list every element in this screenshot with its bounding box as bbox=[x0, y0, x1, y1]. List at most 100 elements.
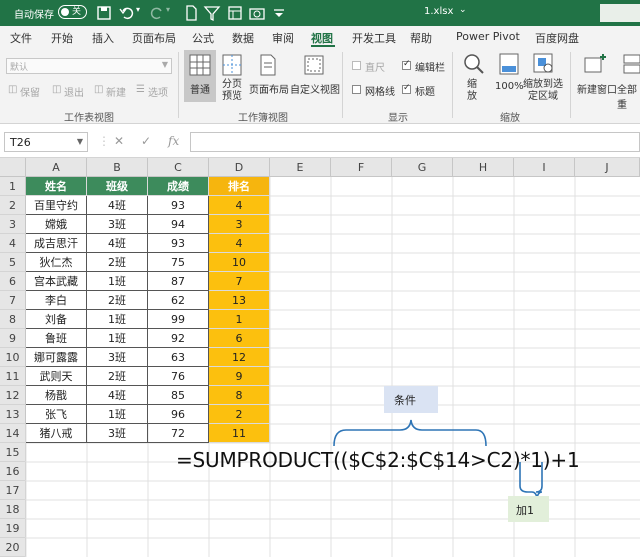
tab-baidu-netdisk[interactable]: 百度网盘 bbox=[535, 30, 579, 46]
table-cell[interactable]: 李白 bbox=[26, 291, 87, 310]
column-header[interactable]: B bbox=[87, 158, 148, 177]
tab-formulas[interactable]: 公式 bbox=[192, 30, 214, 46]
table-cell[interactable]: 4 bbox=[209, 234, 270, 253]
column-header[interactable]: A bbox=[26, 158, 87, 177]
table-cell[interactable]: 3 bbox=[209, 215, 270, 234]
table-cell[interactable]: 8 bbox=[209, 386, 270, 405]
row-header[interactable]: 1 bbox=[0, 177, 26, 196]
zoom-to-selection-button[interactable]: 缩放到选定区域 bbox=[522, 79, 564, 103]
column-header[interactable]: F bbox=[331, 158, 392, 177]
tab-home[interactable]: 开始 bbox=[51, 30, 73, 46]
arrange-all-button[interactable]: 全部重 bbox=[617, 81, 640, 111]
row-header[interactable]: 12 bbox=[0, 386, 26, 405]
table-cell[interactable]: 张飞 bbox=[26, 405, 87, 424]
tab-insert[interactable]: 插入 bbox=[92, 30, 114, 46]
column-header[interactable]: H bbox=[453, 158, 514, 177]
column-header[interactable]: J bbox=[575, 158, 640, 177]
table-cell[interactable]: 87 bbox=[148, 272, 209, 291]
table-cell[interactable]: 92 bbox=[148, 329, 209, 348]
table-cell[interactable]: 2 bbox=[209, 405, 270, 424]
table-cell[interactable]: 4班 bbox=[87, 234, 148, 253]
table-cell[interactable]: 宫本武藏 bbox=[26, 272, 87, 291]
zoom-button[interactable]: 缩放 bbox=[467, 79, 481, 103]
row-header[interactable]: 13 bbox=[0, 405, 26, 424]
row-header[interactable]: 7 bbox=[0, 291, 26, 310]
tab-power-pivot[interactable]: Power Pivot bbox=[456, 30, 520, 43]
select-all-corner[interactable] bbox=[0, 158, 26, 177]
form-icon[interactable] bbox=[226, 4, 244, 22]
table-header[interactable]: 姓名 bbox=[26, 177, 87, 196]
exit-button[interactable]: 退出 bbox=[64, 84, 84, 99]
table-cell[interactable]: 2班 bbox=[87, 291, 148, 310]
table-cell[interactable]: 百里守约 bbox=[26, 196, 87, 215]
row-header[interactable]: 20 bbox=[0, 538, 26, 557]
table-cell[interactable]: 93 bbox=[148, 234, 209, 253]
table-cell[interactable]: 62 bbox=[148, 291, 209, 310]
camera-icon[interactable] bbox=[248, 4, 266, 22]
table-cell[interactable]: 鲁班 bbox=[26, 329, 87, 348]
table-cell[interactable]: 4班 bbox=[87, 196, 148, 215]
table-cell[interactable]: 11 bbox=[209, 424, 270, 443]
row-header[interactable]: 8 bbox=[0, 310, 26, 329]
row-header[interactable]: 15 bbox=[0, 443, 26, 462]
table-cell[interactable]: 4 bbox=[209, 196, 270, 215]
row-header[interactable]: 19 bbox=[0, 519, 26, 538]
table-cell[interactable]: 99 bbox=[148, 310, 209, 329]
row-header[interactable]: 4 bbox=[0, 234, 26, 253]
table-cell[interactable]: 12 bbox=[209, 348, 270, 367]
table-cell[interactable]: 72 bbox=[148, 424, 209, 443]
tab-developer[interactable]: 开发工具 bbox=[352, 30, 396, 46]
tab-data[interactable]: 数据 bbox=[232, 30, 254, 46]
insert-function-icon[interactable]: fx bbox=[168, 134, 179, 148]
table-header[interactable]: 成绩 bbox=[148, 177, 209, 196]
filename-dropdown-icon[interactable]: ⌄ bbox=[459, 5, 467, 15]
table-cell[interactable]: 1班 bbox=[87, 272, 148, 291]
page-break-preview-button[interactable]: 分页预览 bbox=[222, 79, 246, 103]
column-header[interactable]: E bbox=[270, 158, 331, 177]
table-cell[interactable]: 7 bbox=[209, 272, 270, 291]
table-header[interactable]: 排名 bbox=[209, 177, 270, 196]
zoom-100-button[interactable]: 100% bbox=[495, 81, 524, 92]
table-cell[interactable]: 3班 bbox=[87, 424, 148, 443]
table-cell[interactable]: 2班 bbox=[87, 253, 148, 272]
column-header[interactable]: C bbox=[148, 158, 209, 177]
table-cell[interactable]: 3班 bbox=[87, 348, 148, 367]
row-header[interactable]: 3 bbox=[0, 215, 26, 234]
row-header[interactable]: 5 bbox=[0, 253, 26, 272]
ruler-checkbox[interactable] bbox=[352, 61, 361, 70]
table-cell[interactable]: 武则天 bbox=[26, 367, 87, 386]
tab-help[interactable]: 帮助 bbox=[410, 30, 432, 46]
tab-review[interactable]: 审阅 bbox=[272, 30, 294, 46]
new-file-icon[interactable] bbox=[182, 4, 200, 22]
table-cell[interactable]: 9 bbox=[209, 367, 270, 386]
page-layout-view-button[interactable]: 页面布局 bbox=[249, 81, 289, 96]
options-button[interactable]: 选项 bbox=[148, 84, 168, 99]
table-cell[interactable]: 狄仁杰 bbox=[26, 253, 87, 272]
new-window-button[interactable]: 新建窗口 bbox=[577, 81, 617, 96]
row-header[interactable]: 6 bbox=[0, 272, 26, 291]
table-cell[interactable]: 6 bbox=[209, 329, 270, 348]
table-cell[interactable]: 猪八戒 bbox=[26, 424, 87, 443]
table-cell[interactable]: 4班 bbox=[87, 386, 148, 405]
row-header[interactable]: 2 bbox=[0, 196, 26, 215]
autosave-toggle[interactable]: 关 bbox=[58, 5, 87, 19]
customize-qat-icon[interactable] bbox=[270, 4, 288, 22]
table-cell[interactable]: 1班 bbox=[87, 329, 148, 348]
table-cell[interactable]: 96 bbox=[148, 405, 209, 424]
new-view-button[interactable]: 新建 bbox=[106, 84, 126, 99]
cancel-icon[interactable]: ✕ bbox=[114, 134, 124, 148]
enter-icon[interactable]: ✓ bbox=[141, 134, 151, 148]
table-cell[interactable]: 10 bbox=[209, 253, 270, 272]
tab-page-layout[interactable]: 页面布局 bbox=[132, 30, 176, 46]
formula-bar-checkbox[interactable] bbox=[402, 59, 411, 70]
row-header[interactable]: 18 bbox=[0, 500, 26, 519]
table-cell[interactable]: 2班 bbox=[87, 367, 148, 386]
table-cell[interactable]: 成吉思汗 bbox=[26, 234, 87, 253]
table-cell[interactable]: 1 bbox=[209, 310, 270, 329]
row-header[interactable]: 17 bbox=[0, 481, 26, 500]
table-cell[interactable]: 85 bbox=[148, 386, 209, 405]
headings-checkbox[interactable] bbox=[402, 83, 411, 94]
row-header[interactable]: 14 bbox=[0, 424, 26, 443]
table-cell[interactable]: 63 bbox=[148, 348, 209, 367]
column-header[interactable]: G bbox=[392, 158, 453, 177]
